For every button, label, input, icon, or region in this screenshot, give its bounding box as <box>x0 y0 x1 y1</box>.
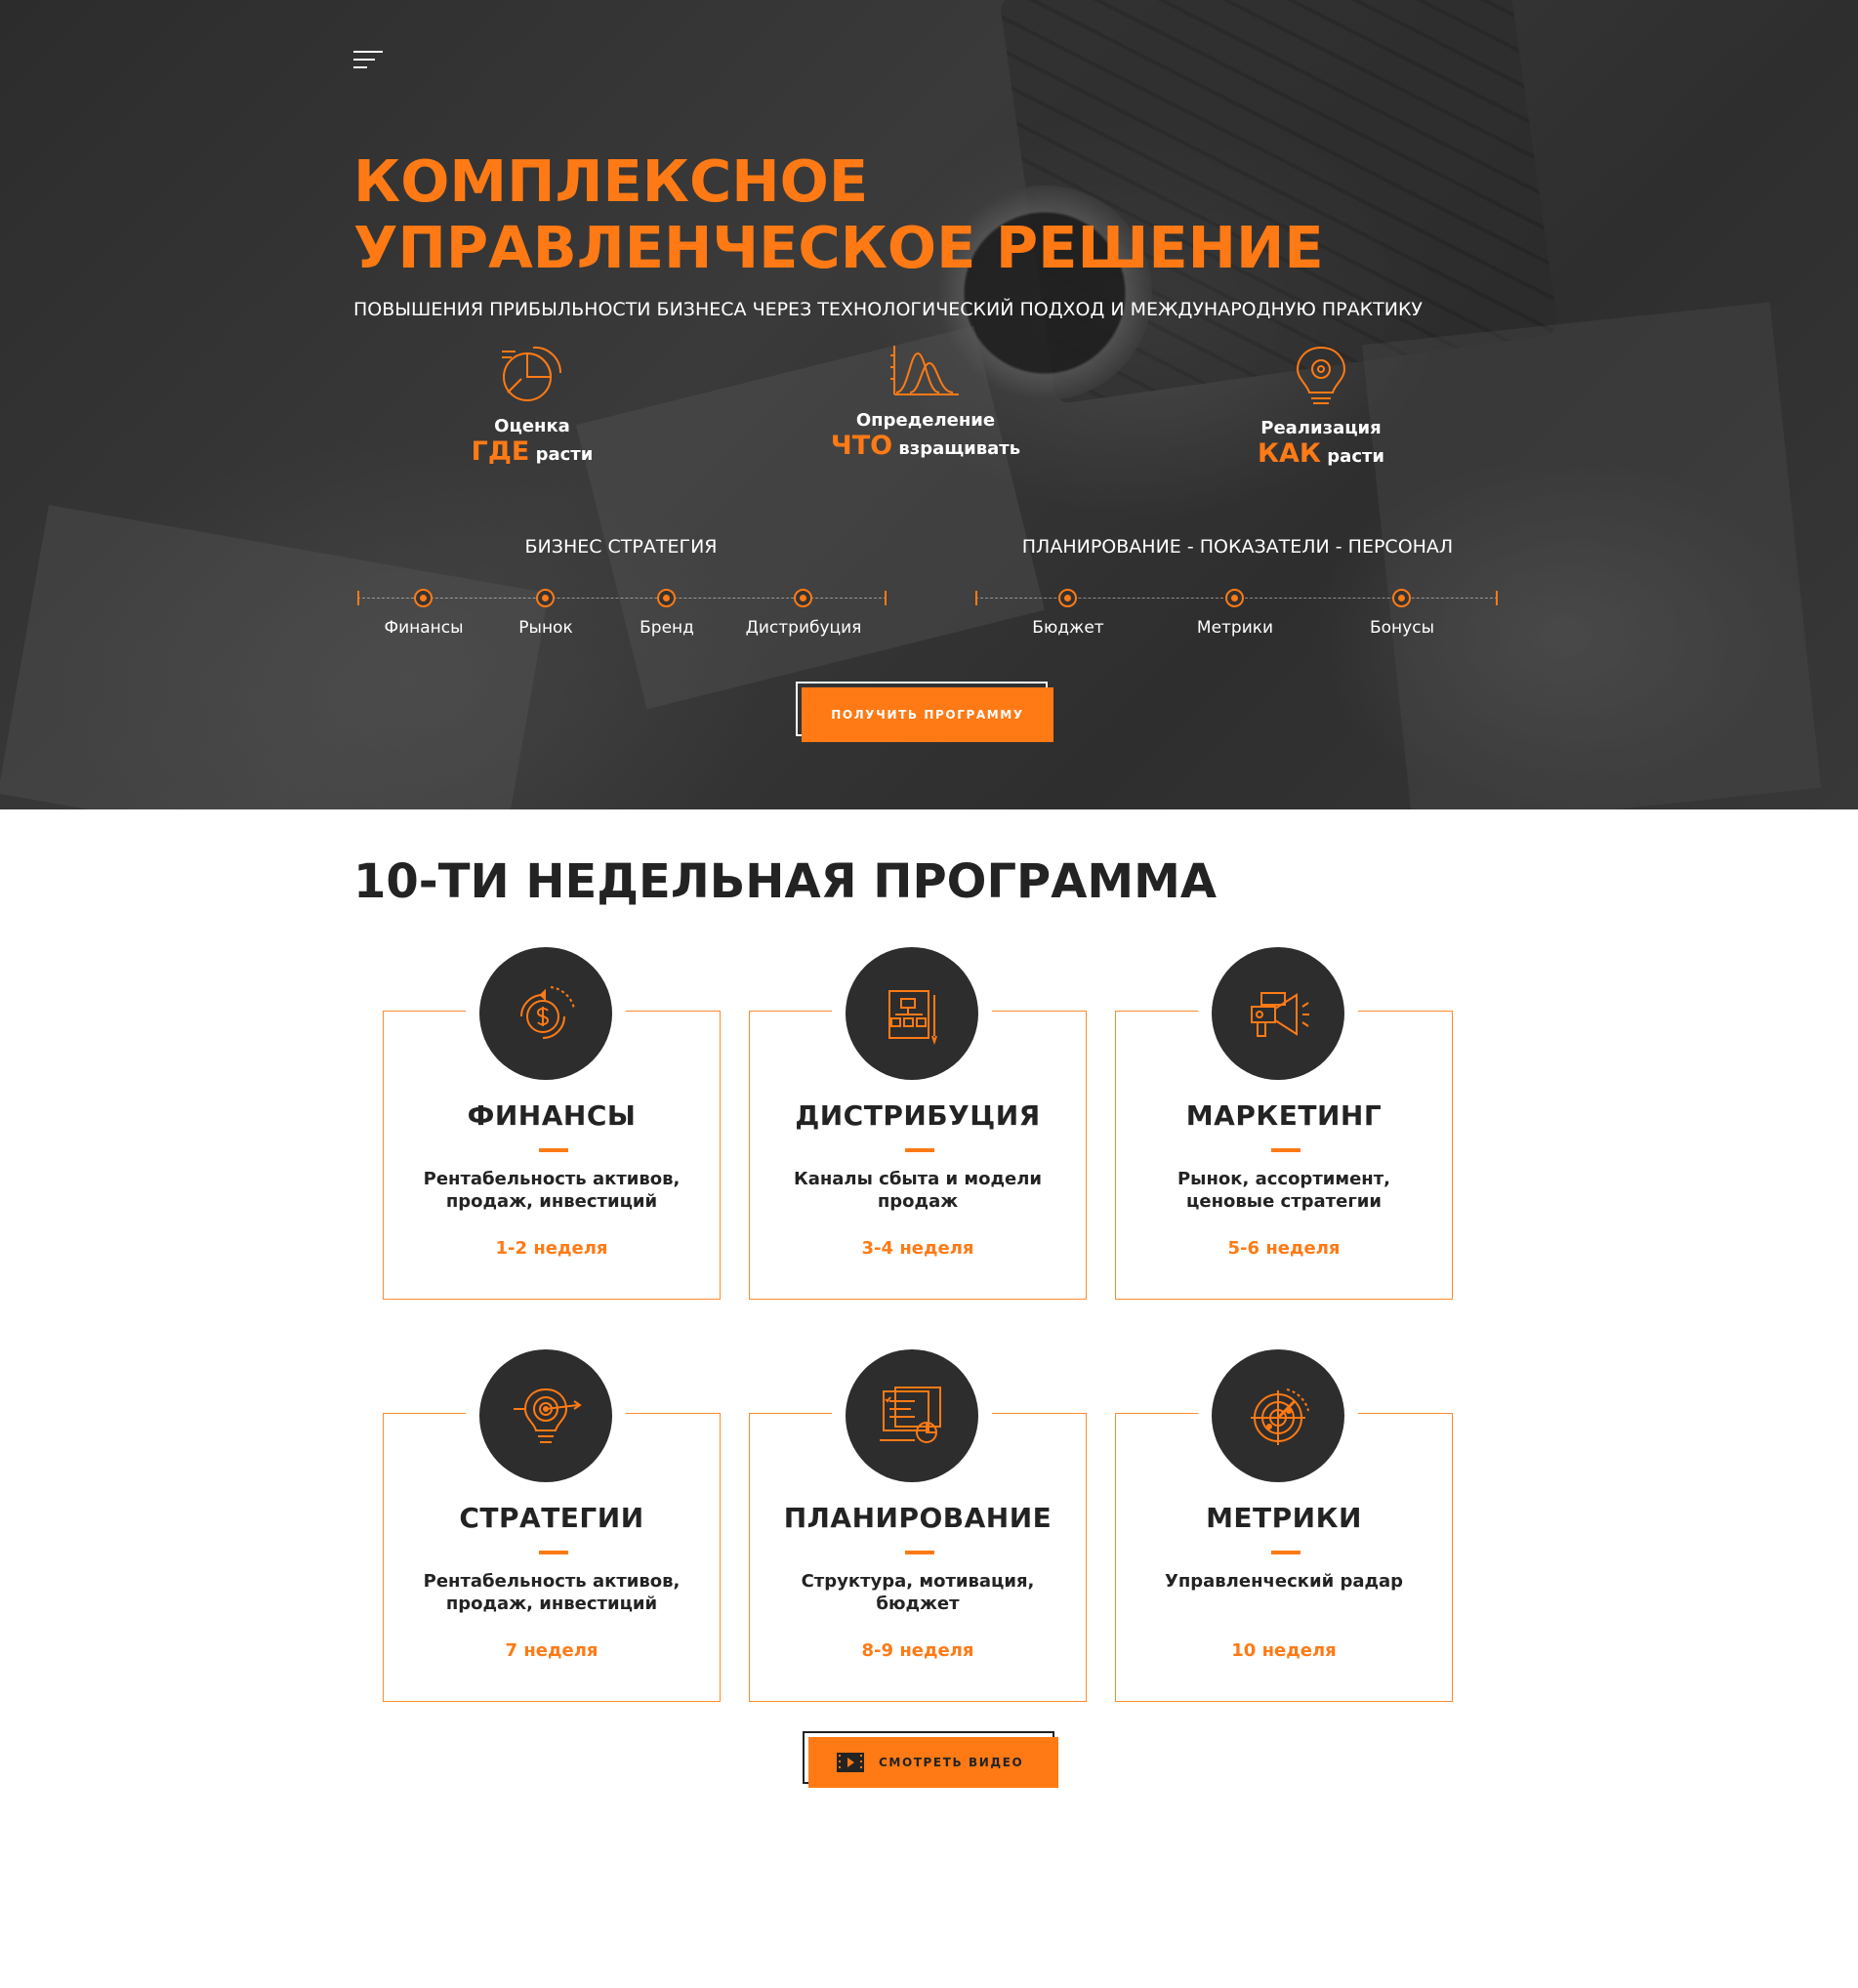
timeline-dot-brand[interactable] <box>657 589 676 607</box>
timeline-dot-bonuses[interactable] <box>1392 589 1411 607</box>
card-title: МАРКЕТИНГ <box>1185 1099 1383 1132</box>
feature-what-line1: Определение <box>855 410 996 431</box>
card-weeks: 5-6 неделя <box>1227 1238 1341 1259</box>
feature-what: Определение ЧТО взращивать <box>789 342 1062 461</box>
org-chart-clipboard-icon <box>888 990 937 1046</box>
timeline-label-budget[interactable]: Бюджет <box>990 618 1146 638</box>
timeline-dot-budget[interactable] <box>1058 589 1077 607</box>
hero-title: КОМПЛЕКСНОЕ УПРАВЛЕНЧЕСКОЕ РЕШЕНИЕ <box>353 147 1324 281</box>
card-description: Рентабельность активов, продаж, инвестиц… <box>423 1571 681 1614</box>
planning-board-icon <box>880 1387 941 1443</box>
film-play-icon <box>837 1753 864 1772</box>
hero-section: КОМПЛЕКСНОЕ УПРАВЛЕНЧЕСКОЕ РЕШЕНИЕ ПОВЫШ… <box>0 0 1858 809</box>
dollar-coin-icon <box>520 986 575 1039</box>
card-description: Управленческий радар <box>1164 1571 1404 1592</box>
card-weeks: 3-4 неделя <box>861 1238 974 1259</box>
timeline-label-brand[interactable]: Бренд <box>589 618 745 638</box>
timeline-dot-finance[interactable] <box>414 589 433 607</box>
card-weeks: 1-2 неделя <box>495 1238 608 1259</box>
watch-video-button-wrap: СМОТРЕТЬ ВИДЕО <box>803 1731 1058 1788</box>
timeline-label-bonuses[interactable]: Бонусы <box>1324 618 1480 638</box>
feature-how-line2: КАК расти <box>1184 438 1458 469</box>
program-card-strategies[interactable]: СТРАТЕГИИ Рентабельность активов, продаж… <box>383 1349 721 1702</box>
get-program-button[interactable]: ПОЛУЧИТЬ ПРОГРАММУ <box>802 687 1053 742</box>
program-card-marketing[interactable]: МАРКЕТИНГ Рынок, ассортимент, ценовые ст… <box>1115 947 1453 1300</box>
card-weeks: 8-9 неделя <box>861 1640 974 1661</box>
program-card-planning[interactable]: ПЛАНИРОВАНИЕ Структура, мотивация, бюдже… <box>749 1349 1087 1702</box>
watch-video-button[interactable]: СМОТРЕТЬ ВИДЕО <box>808 1737 1058 1788</box>
hero-subtitle: ПОВЫШЕНИЯ ПРИБЫЛЬНОСТИ БИЗНЕСА ЧЕРЕЗ ТЕХ… <box>353 299 1424 320</box>
target-arrow-bulb-icon <box>514 1387 582 1443</box>
feature-where-accent: ГДЕ <box>471 436 530 467</box>
radar-icon <box>1251 1388 1309 1445</box>
timeline-dot-metrics[interactable] <box>1225 589 1244 607</box>
feature-how-rest: расти <box>1327 446 1385 467</box>
feature-where-line1: Оценка <box>494 416 570 436</box>
feature-where-line2: ГДЕ расти <box>395 436 669 467</box>
track-strategy-title: БИЗНЕС СТРАТЕГИЯ <box>524 536 718 558</box>
card-weeks: 7 неделя <box>505 1640 599 1661</box>
card-weeks: 10 неделя <box>1231 1640 1337 1661</box>
timeline-label-distribution[interactable]: Дистрибуция <box>725 618 882 638</box>
program-card-distribution[interactable]: ДИСТРИБУЦИЯ Каналы сбыта и модели продаж… <box>749 947 1087 1300</box>
feature-how-line1: Реализация <box>1260 418 1382 438</box>
card-title: ФИНАНСЫ <box>467 1099 637 1132</box>
get-program-button-wrap: ПОЛУЧИТЬ ПРОГРАММУ <box>796 682 1053 742</box>
feature-what-accent: ЧТО <box>830 431 893 461</box>
track-planning-title: ПЛАНИРОВАНИЕ - ПОКАЗАТЕЛИ - ПЕРСОНАЛ <box>1021 536 1454 558</box>
feature-how-accent: КАК <box>1257 438 1321 469</box>
megaphone-icon <box>1251 992 1309 1037</box>
watch-video-label: СМОТРЕТЬ ВИДЕО <box>879 1756 1024 1769</box>
program-card-metrics[interactable]: МЕТРИКИ Управленческий радар 10 неделя <box>1115 1349 1453 1702</box>
feature-where-rest: расти <box>535 444 594 465</box>
timeline-label-metrics[interactable]: Метрики <box>1157 618 1313 638</box>
timeline-dot-market[interactable] <box>536 589 555 607</box>
pie-chart-icon <box>502 346 562 401</box>
card-description: Структура, мотивация, бюджет <box>801 1571 1035 1614</box>
timeline-planning <box>975 588 1498 607</box>
card-description: Каналы сбыта и модели продаж <box>793 1169 1043 1212</box>
lightbulb-gear-icon <box>1296 346 1346 404</box>
card-title: МЕТРИКИ <box>1206 1502 1362 1534</box>
feature-where: Оценка ГДЕ расти <box>395 342 669 467</box>
card-title: ПЛАНИРОВАНИЕ <box>783 1502 1053 1534</box>
timeline-strategy <box>357 588 887 607</box>
bell-curve-chart-icon <box>890 346 959 395</box>
timeline-dot-distribution[interactable] <box>794 589 812 607</box>
program-title: 10-ТИ НЕДЕЛЬНАЯ ПРОГРАММА <box>353 854 1218 909</box>
card-title: СТРАТЕГИИ <box>459 1502 644 1534</box>
card-description: Рентабельность активов, продаж, инвестиц… <box>423 1169 681 1212</box>
feature-what-rest: взращивать <box>898 438 1021 459</box>
card-description: Рынок, ассортимент, ценовые стратегии <box>1177 1169 1390 1212</box>
card-title: ДИСТРИБУЦИЯ <box>795 1099 1041 1132</box>
hamburger-menu-icon[interactable] <box>353 49 385 72</box>
feature-how: Реализация КАК расти <box>1184 342 1458 469</box>
program-card-finance[interactable]: ФИНАНСЫ Рентабельность активов, продаж, … <box>383 947 721 1300</box>
feature-what-line2: ЧТО взращивать <box>789 431 1062 461</box>
